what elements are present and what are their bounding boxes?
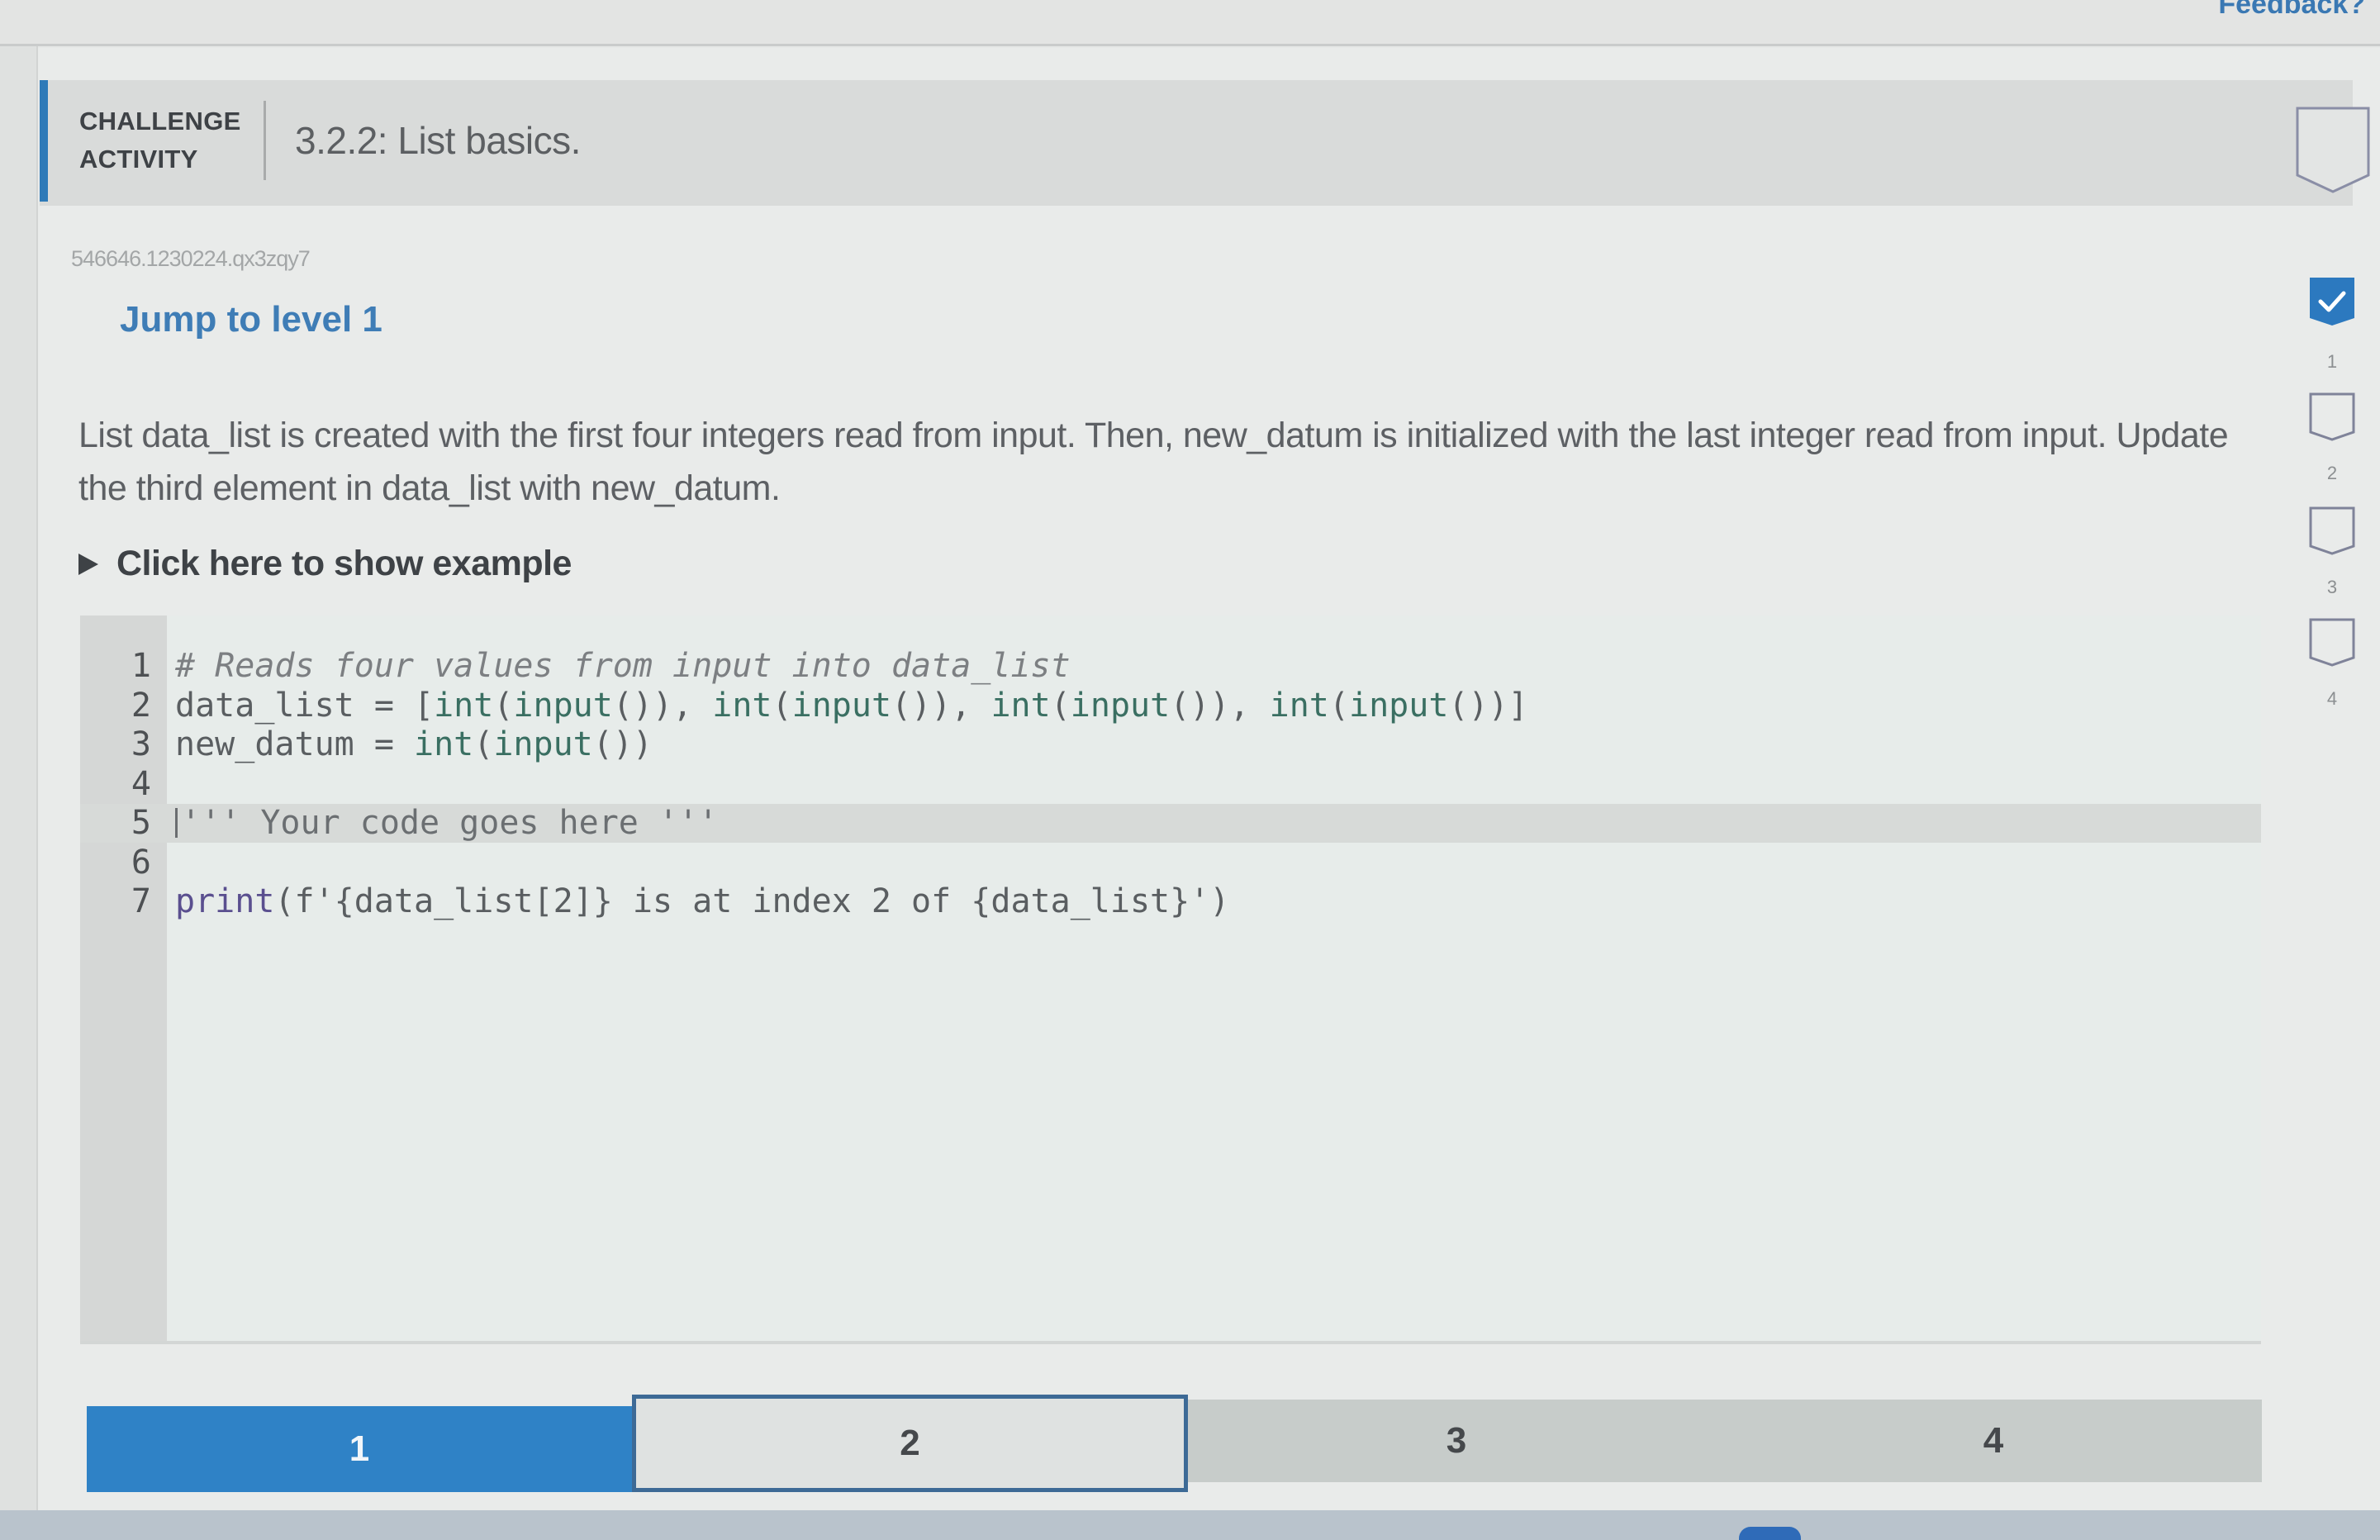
level-indicator-label: 1 (2326, 351, 2338, 372)
feedback-link[interactable]: Feedback? (2218, 0, 2365, 21)
level-indicator-label: 3 (2326, 577, 2338, 597)
code-line[interactable]: 1 # Reads four values from input into dat… (80, 647, 2261, 686)
show-example-toggle[interactable]: Click here to show example (78, 544, 572, 584)
level-indicator-label: 2 (2326, 463, 2338, 483)
code-line[interactable]: 3 new_datum = int(input()) (80, 725, 2261, 764)
line-number: 5 (131, 804, 151, 842)
code-line[interactable]: 2 data_list = [int(input()), int(input())… (80, 687, 2261, 725)
level-segment-3[interactable]: 3 (1188, 1400, 1725, 1482)
show-example-label: Click here to show example (116, 544, 572, 583)
label-line-1: CHALLENGE (79, 107, 241, 135)
line-number: 2 (131, 686, 151, 725)
disclosure-triangle-icon (78, 553, 98, 575)
level-indicator-3[interactable]: 3 (2292, 506, 2367, 597)
line-number: 1 (131, 647, 151, 685)
level-indicator-1[interactable]: 1 (2292, 277, 2367, 372)
level-segment-4[interactable]: 4 (1725, 1400, 2262, 1482)
checked-shield-icon (2310, 278, 2354, 326)
activity-id: 546646.1230224.qx3zqy7 (71, 246, 311, 271)
header-divider (264, 101, 266, 180)
code-editor[interactable]: 1 # Reads four values from input into dat… (80, 616, 2261, 1344)
header-accent-bar (40, 80, 48, 202)
text-cursor (175, 808, 178, 838)
code-text[interactable]: new_datum = int(input()) (175, 725, 653, 764)
completion-shield-icon (2296, 107, 2370, 193)
code-text[interactable]: ''' Your code goes here ''' (175, 804, 718, 843)
level-indicator-2[interactable]: 2 (2292, 392, 2367, 483)
line-number: 7 (131, 882, 151, 920)
line-number: 4 (131, 764, 151, 803)
problem-description: List data_list is created with the first… (78, 416, 2229, 508)
challenge-activity-label: CHALLENGE ACTIVITY (79, 102, 241, 178)
code-text[interactable]: data_list = [int(input()), int(input()),… (175, 687, 1528, 725)
code-line[interactable]: 7 print(f'{data_list[2]} is at index 2 of… (80, 882, 2261, 921)
jump-to-level-link[interactable]: Jump to level 1 (120, 299, 382, 340)
line-number: 3 (131, 725, 151, 763)
empty-shield-icon (2309, 618, 2355, 667)
line-number: 6 (131, 843, 151, 882)
activity-title: 3.2.2: List basics. (295, 119, 581, 162)
code-line[interactable]: 5 ''' Your code goes here ''' (80, 804, 2261, 843)
label-line-2: ACTIVITY (79, 145, 198, 173)
level-indicator-4[interactable]: 4 (2292, 618, 2367, 709)
level-indicator-label: 4 (2326, 688, 2338, 709)
top-strip (0, 0, 2380, 46)
bottom-strip (0, 1510, 2380, 1540)
page-left-edge (0, 0, 38, 1512)
level-progress-bar: 1 2 3 4 (87, 1395, 2262, 1495)
level-segment-1[interactable]: 1 (87, 1406, 632, 1492)
bottom-tab-indicator (1739, 1527, 1801, 1540)
code-line[interactable]: 6 (80, 844, 2261, 882)
code-text[interactable]: # Reads four values from input into data… (175, 647, 1071, 686)
empty-shield-icon (2309, 392, 2355, 441)
code-text[interactable]: print(f'{data_list[2]} is at index 2 of … (175, 882, 1229, 921)
code-line[interactable]: 4 (80, 765, 2261, 804)
empty-shield-icon (2309, 506, 2355, 555)
level-segment-2[interactable]: 2 (632, 1395, 1188, 1492)
